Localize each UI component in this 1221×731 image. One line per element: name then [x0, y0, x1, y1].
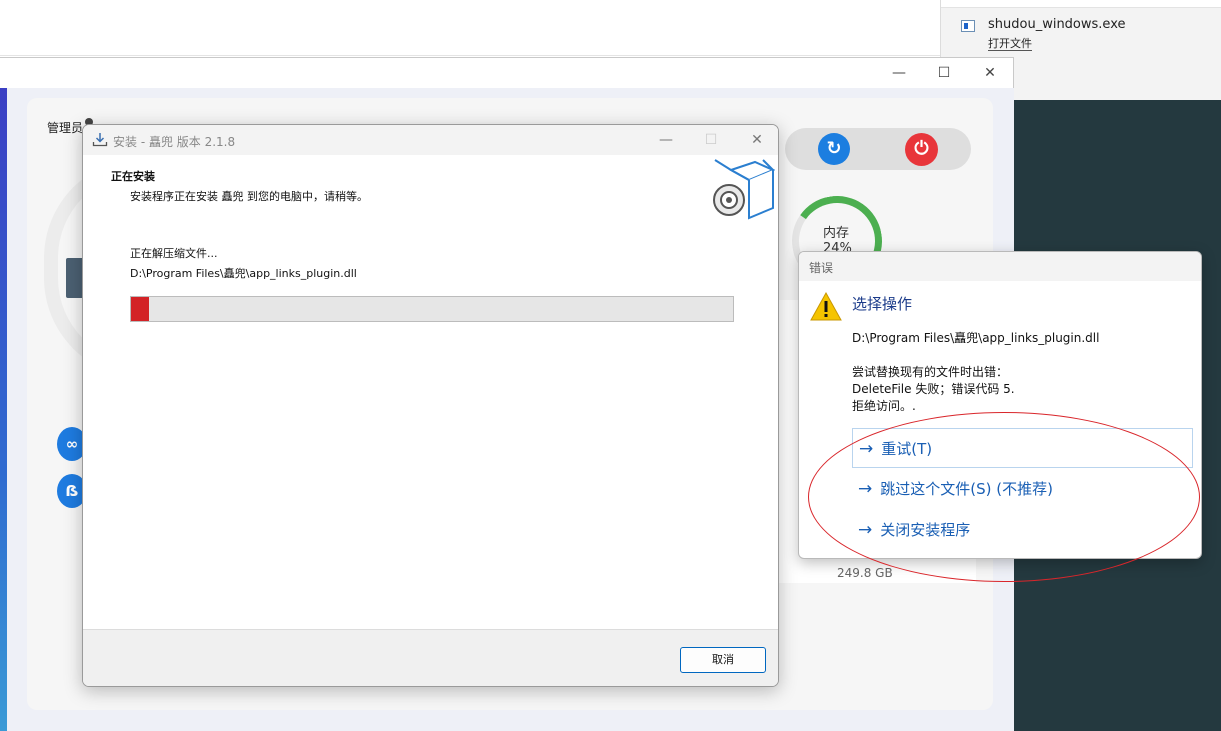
- highlight-annotation-ellipse: [808, 412, 1200, 582]
- refresh-icon[interactable]: ↻: [818, 133, 850, 165]
- installer-title: 安装 - 矗兜 版本 2.1.8: [113, 135, 236, 149]
- download-file-name[interactable]: shudou_windows.exe: [988, 17, 1125, 32]
- installer-maximize-icon: ☐: [704, 132, 718, 148]
- warning-icon: [810, 292, 842, 321]
- error-message-line: 拒绝访问。.: [852, 399, 916, 413]
- installer-footer: 取消: [83, 629, 778, 686]
- power-icon[interactable]: ⏻: [905, 133, 938, 166]
- install-progress-fill: [131, 297, 150, 321]
- cancel-button[interactable]: 取消: [680, 647, 766, 673]
- error-heading: 选择操作: [852, 295, 913, 313]
- error-titlebar: 错误: [799, 252, 1201, 281]
- close-icon[interactable]: ✕: [980, 64, 1000, 82]
- install-icon: [92, 133, 108, 147]
- memory-label: 内存: [823, 226, 850, 241]
- installer-close-icon[interactable]: ✕: [747, 130, 767, 150]
- error-file-path: D:\Program Files\矗兜\app_links_plugin.dll: [852, 331, 1100, 345]
- installer-status: 正在解压缩文件...: [130, 247, 218, 260]
- disk-size: 249.8 GB: [837, 566, 893, 580]
- error-message-line: DeleteFile 失败；错误代码 5.: [852, 382, 1015, 396]
- download-panel-top: [941, 0, 1221, 8]
- installer-dialog: 安装 - 矗兜 版本 2.1.8 — ☐ ✕ 正在安装 安装程序正在安装 矗兜 …: [82, 124, 779, 687]
- package-box-icon: [713, 159, 775, 220]
- open-file-link[interactable]: 打开文件: [988, 37, 1032, 51]
- exe-file-icon: [961, 20, 975, 32]
- installer-subheading: 安装程序正在安装 矗兜 到您的电脑中，请稍等。: [130, 190, 368, 203]
- installer-minimize-icon[interactable]: —: [656, 130, 676, 150]
- background-window-top: [0, 0, 940, 56]
- app-sidebar-strip: [0, 88, 7, 731]
- error-title: 错误: [809, 261, 834, 275]
- admin-label: 管理员: [47, 121, 84, 135]
- minimize-icon[interactable]: —: [889, 64, 909, 82]
- installer-heading: 正在安装: [111, 170, 155, 183]
- maximize-icon[interactable]: ☐: [934, 64, 954, 82]
- installer-titlebar: 安装 - 矗兜 版本 2.1.8 — ☐ ✕: [83, 125, 778, 155]
- install-progress-bar: [130, 296, 734, 322]
- error-message-line: 尝试替换现有的文件时出错：: [852, 365, 1009, 379]
- control-pill: [785, 128, 971, 170]
- installer-current-file: D:\Program Files\矗兜\app_links_plugin.dll: [130, 267, 357, 280]
